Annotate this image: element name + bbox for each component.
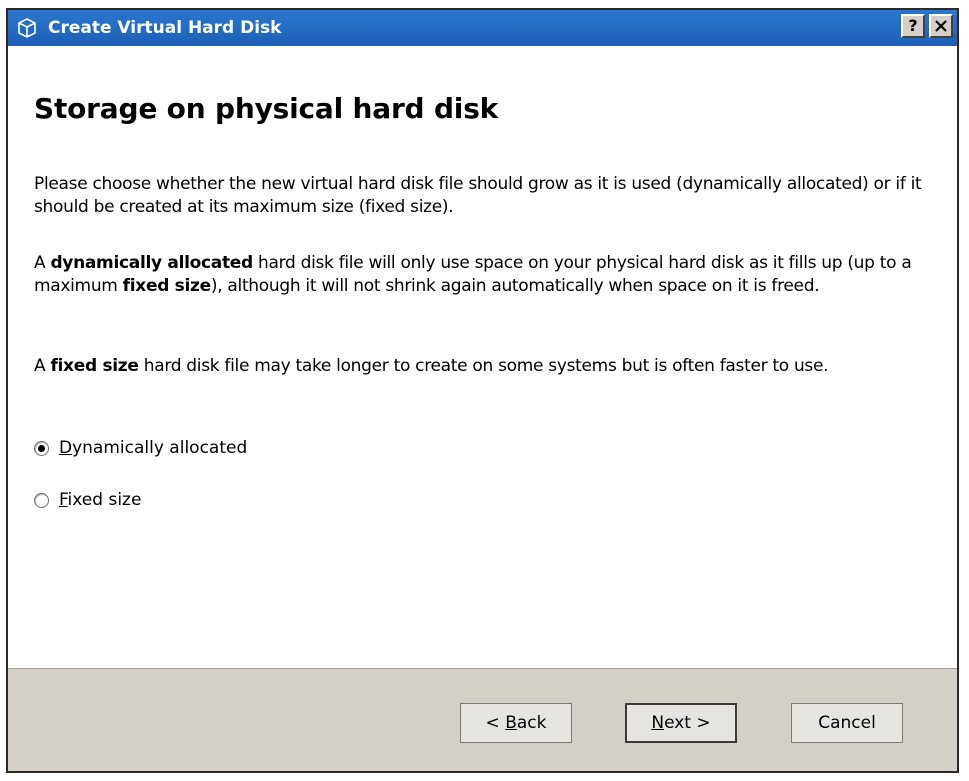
page-title: Storage on physical hard disk	[34, 92, 499, 125]
label-rest-dynamic: ynamically allocated	[72, 438, 248, 458]
close-button[interactable]	[929, 14, 953, 38]
mnemonic-b: B	[505, 713, 517, 733]
label-rest-fixed: ixed size	[67, 490, 142, 510]
mnemonic-f: F	[59, 490, 68, 510]
fixed-description-paragraph: A fixed size hard disk file may take lon…	[34, 355, 924, 378]
radio-label-fixed[interactable]: Fixed size	[59, 490, 141, 510]
para2-bold-fixed: fixed size	[122, 276, 211, 296]
cancel-button[interactable]: Cancel	[791, 703, 903, 743]
radio-button-unchecked[interactable]	[34, 492, 49, 508]
para2-pre: A	[34, 253, 51, 273]
next-rest: ext >	[664, 713, 711, 733]
radio-dynamically-allocated[interactable]: Dynamically allocated	[34, 436, 247, 460]
radio-button-checked[interactable]	[34, 440, 49, 456]
close-icon	[934, 18, 948, 37]
mnemonic-n: N	[651, 713, 665, 733]
next-button[interactable]: Next >	[625, 703, 737, 743]
para3-pre: A	[34, 356, 51, 376]
back-rest: ack	[516, 713, 547, 733]
intro-paragraph: Please choose whether the new virtual ha…	[34, 174, 922, 217]
help-button[interactable]: ?	[901, 14, 925, 38]
dynamic-description-paragraph: A dynamically allocated hard disk file w…	[34, 252, 924, 298]
para3-post: hard disk file may take longer to create…	[138, 356, 829, 376]
button-bar: < Back Next > Cancel	[8, 668, 957, 771]
radio-label-dynamic[interactable]: Dynamically allocated	[59, 438, 247, 458]
radio-fixed-size[interactable]: Fixed size	[34, 488, 141, 512]
mnemonic-d: D	[59, 438, 73, 458]
wizard-page: Storage on physical hard disk Please cho…	[8, 46, 957, 668]
virtualbox-cube-icon	[16, 17, 38, 39]
para2-bold-dynamic: dynamically allocated	[50, 253, 253, 273]
back-button[interactable]: < Back	[460, 703, 572, 743]
para3-bold-fixed: fixed size	[50, 356, 139, 376]
create-virtual-hard-disk-dialog: Create Virtual Hard Disk ? Storage on ph…	[6, 8, 959, 773]
para2-post: ), although it will not shrink again aut…	[210, 276, 820, 296]
back-pre: <	[485, 713, 506, 733]
window-title: Create Virtual Hard Disk	[48, 18, 282, 38]
title-bar[interactable]: Create Virtual Hard Disk ?	[8, 10, 957, 46]
